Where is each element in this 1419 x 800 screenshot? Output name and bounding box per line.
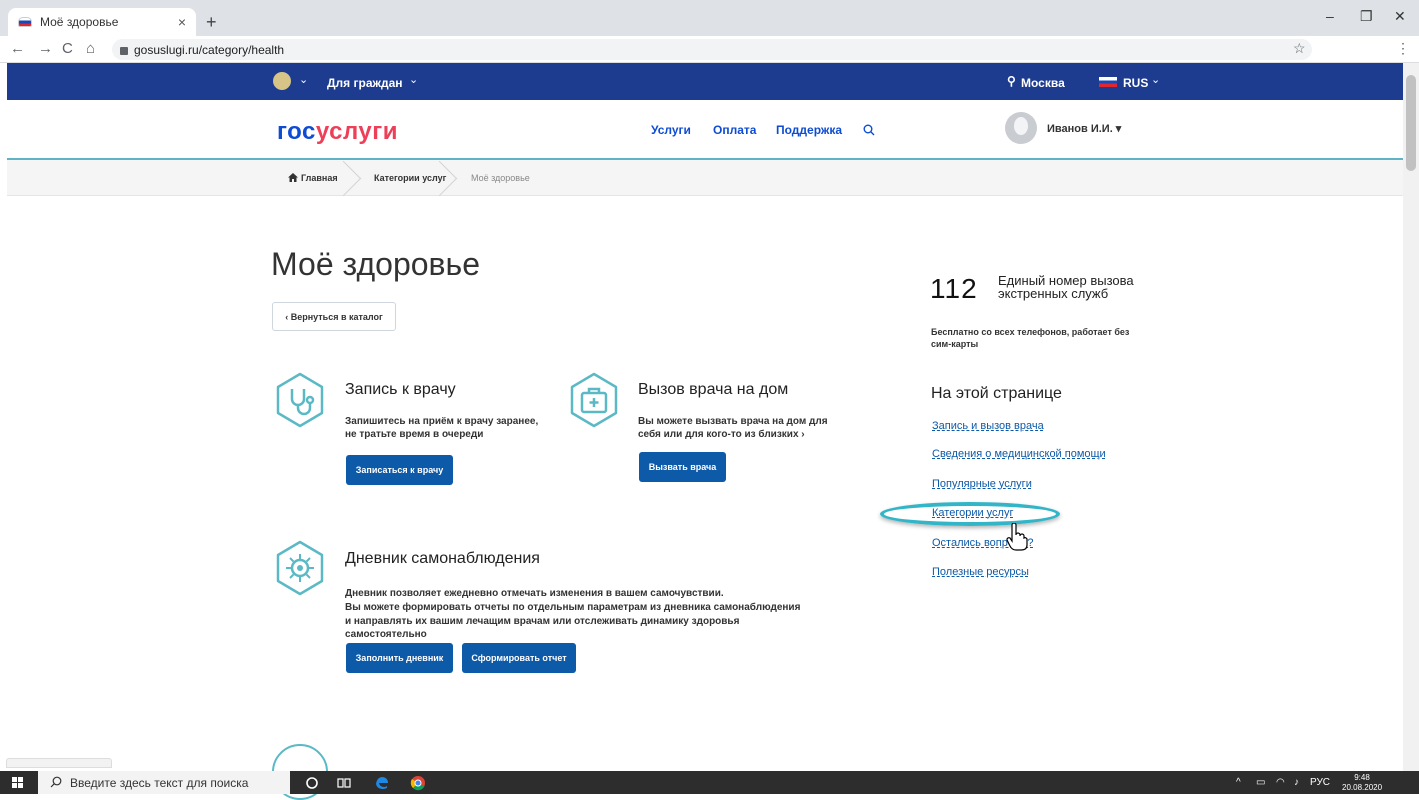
nav-support[interactable]: Поддержка	[776, 123, 842, 137]
logo-part-uslugi: услуги	[315, 118, 398, 145]
chevron-down-icon[interactable]: ⌄	[1151, 73, 1160, 86]
anchor-link-medical-info[interactable]: Сведения о медицинской помощи	[932, 448, 1106, 460]
windows-start-icon[interactable]	[12, 777, 24, 789]
gov-top-nav: ⌄ Для граждан ⌄ ⚲ Москва RUS ⌄	[7, 63, 1403, 100]
reload-icon[interactable]: C	[62, 40, 73, 57]
gosuslugi-logo[interactable]: госуслуги	[277, 118, 398, 146]
input-language[interactable]: РУС	[1310, 777, 1330, 788]
taskbar-search-placeholder: Введите здесь текст для поиска	[70, 775, 249, 790]
avatar[interactable]	[1005, 112, 1037, 144]
page-title: Моё здоровье	[271, 246, 480, 282]
on-this-page-title: На этой странице	[931, 385, 1062, 402]
volume-icon[interactable]: ♪	[1294, 777, 1299, 788]
city-selector[interactable]: Москва	[1021, 76, 1065, 90]
search-icon[interactable]	[863, 124, 875, 136]
scrollbar-thumb[interactable]	[1406, 75, 1416, 171]
home-icon[interactable]	[288, 173, 298, 182]
service-desc-doctor-appointment: Запишитесь на приём к врачу заранее, не …	[345, 416, 539, 440]
medical-kit-icon	[570, 372, 618, 428]
russian-flag-icon	[1099, 77, 1117, 87]
search-icon	[50, 776, 62, 788]
anchor-link-resources[interactable]: Полезные ресурсы	[932, 566, 1029, 578]
breadcrumb-separator	[437, 160, 455, 196]
edge-browser-icon[interactable]	[374, 775, 390, 791]
nav-services[interactable]: Услуги	[651, 123, 691, 137]
status-bubble	[6, 758, 112, 768]
chrome-browser-icon[interactable]	[410, 775, 426, 791]
logo-part-gos: гос	[277, 118, 316, 145]
taskbar-clock[interactable]: 9:48 20.08.2020	[1342, 773, 1382, 793]
network-icon[interactable]: ◠	[1276, 777, 1285, 788]
book-doctor-button[interactable]: Записаться к врачу	[346, 455, 453, 485]
new-tab-button[interactable]: +	[206, 12, 217, 33]
close-window-button[interactable]: ✕	[1394, 8, 1406, 25]
generate-report-button[interactable]: Сформировать отчет	[462, 643, 576, 673]
tray-chevron-icon[interactable]: ^	[1236, 777, 1241, 788]
url-text: gosuslugi.ru/category/health	[134, 42, 285, 57]
emblem-icon[interactable]	[273, 72, 291, 90]
restore-button[interactable]: ❐	[1360, 8, 1373, 25]
browser-tab[interactable]: Моё здоровье ×	[8, 8, 196, 36]
anchor-link-popular[interactable]: Популярные услуги	[932, 478, 1032, 490]
lock-icon	[120, 46, 128, 55]
clock-date: 20.08.2020	[1342, 783, 1383, 792]
location-pin-icon: ⚲	[1007, 74, 1016, 88]
chevron-down-icon[interactable]: ⌄	[409, 73, 418, 86]
stethoscope-icon	[276, 372, 324, 428]
service-desc-diary-line1: Дневник позволяет ежедневно отмечать изм…	[345, 588, 724, 599]
emergency-number: 112	[930, 273, 978, 304]
call-doctor-button[interactable]: Вызвать врача	[639, 452, 726, 482]
nav-payment[interactable]: Оплата	[713, 123, 756, 137]
fill-diary-button[interactable]: Заполнить дневник	[346, 643, 453, 673]
taskbar-search-input[interactable]: Введите здесь текст для поиска	[38, 771, 290, 794]
close-tab-icon[interactable]: ×	[178, 14, 186, 30]
hand-cursor-icon	[1006, 523, 1028, 551]
service-desc-home-visit: Вы можете вызвать врача на дом для себя …	[638, 416, 828, 440]
breadcrumb: Главная Категории услуг Моё здоровье	[7, 160, 1403, 196]
tab-title: Моё здоровье	[40, 15, 119, 29]
breadcrumb-current: Моё здоровье	[471, 173, 530, 183]
breadcrumb-separator	[341, 160, 359, 196]
forward-icon[interactable]: →	[38, 40, 53, 57]
clock-time: 9:48	[1354, 773, 1370, 782]
service-title-diary[interactable]: Дневник самонаблюдения	[345, 550, 540, 568]
language-selector[interactable]: RUS	[1123, 76, 1148, 90]
back-icon[interactable]: ←	[10, 40, 25, 57]
back-to-catalog-button[interactable]: ‹ Вернуться в каталог	[272, 302, 396, 331]
page-scrollbar[interactable]	[1403, 63, 1419, 771]
for-citizens-menu[interactable]: Для граждан	[327, 76, 403, 90]
cortana-icon[interactable]	[304, 775, 320, 791]
bookmark-star-icon[interactable]: ☆	[1293, 40, 1306, 57]
browser-menu-icon[interactable]: ⋮	[1396, 40, 1410, 57]
browser-tab-bar: Моё здоровье × + – ❐ ✕	[0, 0, 1419, 36]
virus-diary-icon	[276, 540, 324, 596]
url-input[interactable]: gosuslugi.ru/category/health	[112, 39, 1312, 60]
chevron-down-icon[interactable]: ⌄	[299, 73, 308, 86]
service-desc-diary-line2: Вы можете формировать отчеты по отдельны…	[345, 602, 801, 613]
minimize-button[interactable]: –	[1326, 8, 1334, 24]
service-title-doctor-appointment[interactable]: Запись к врачу	[345, 381, 456, 399]
anchor-link-appointments[interactable]: Запись и вызов врача	[932, 420, 1044, 432]
service-title-home-visit[interactable]: Вызов врача на дом	[638, 381, 788, 399]
windows-taskbar: Введите здесь текст для поиска ^ ▭ ◠ ♪ Р…	[0, 771, 1419, 794]
user-menu[interactable]: Иванов И.И. ▾	[1047, 122, 1121, 135]
site-header: госуслуги Услуги Оплата Поддержка Иванов…	[7, 100, 1403, 160]
favicon-icon	[18, 17, 32, 27]
highlight-ring	[880, 502, 1060, 526]
emergency-note: Бесплатно со всех телефонов, работает бе…	[931, 327, 1130, 349]
service-desc-diary-line3: и направлять их вашим лечащим врачам или…	[345, 616, 740, 640]
browser-address-bar: ← → C ⌂ gosuslugi.ru/category/health ☆ ⋮	[0, 36, 1419, 63]
home-icon[interactable]: ⌂	[86, 40, 95, 57]
task-view-icon[interactable]	[336, 775, 352, 791]
battery-icon[interactable]: ▭	[1256, 777, 1265, 788]
emergency-label: Единый номер вызова экстренных служб	[998, 273, 1134, 301]
